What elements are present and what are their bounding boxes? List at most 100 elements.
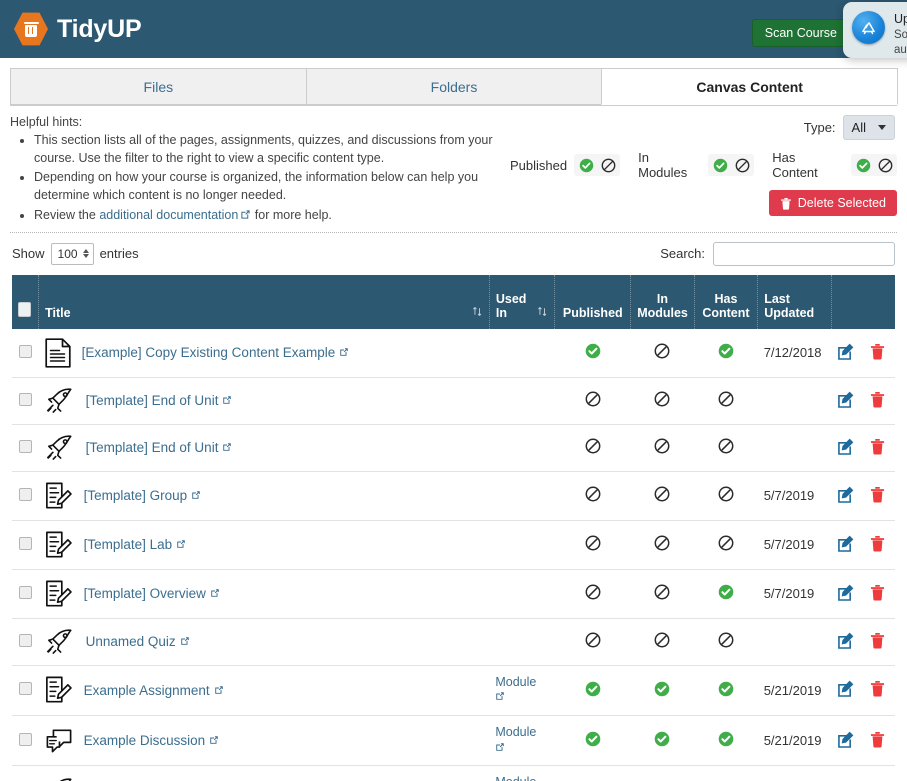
row-title-link[interactable]: [Template] Lab: [84, 537, 187, 552]
trash-icon[interactable]: [870, 680, 885, 700]
edit-icon[interactable]: [837, 535, 854, 555]
filter-published-no-no-entry-icon[interactable]: [599, 156, 617, 174]
row-checkbox[interactable]: [18, 682, 32, 696]
select-all-checkbox[interactable]: [18, 301, 31, 317]
row-select-cell: [12, 765, 39, 781]
row-title-link[interactable]: Example Discussion: [84, 733, 220, 748]
entries-select[interactable]: 100: [50, 242, 94, 265]
row-checkbox[interactable]: [18, 392, 32, 406]
row-checkbox[interactable]: [18, 536, 32, 550]
column-used-in[interactable]: Used In: [488, 274, 555, 329]
used-in-link[interactable]: Module: [495, 725, 549, 756]
edit-icon[interactable]: [837, 438, 854, 458]
row-in-modules-cell: [630, 765, 695, 781]
row-last-updated-cell: [757, 618, 832, 666]
check-circle-icon: [585, 343, 601, 362]
row-checkbox[interactable]: [18, 633, 32, 647]
additional-documentation-link[interactable]: additional documentation: [99, 208, 238, 222]
column-title[interactable]: Title: [38, 274, 490, 329]
trash-icon: [780, 197, 792, 210]
trash-icon[interactable]: [870, 584, 885, 604]
row-select-cell: [12, 665, 39, 716]
tab-files[interactable]: Files: [10, 68, 307, 105]
table-header-row: Title Used In Published In Modules Has C…: [12, 274, 895, 329]
search-group: Search:: [660, 241, 895, 266]
table-row: Example Quiz Module 5/21/2019: [12, 765, 895, 781]
filter-published-yes-check-circle-icon[interactable]: [577, 156, 595, 174]
trash-icon[interactable]: [870, 535, 885, 555]
no-entry-icon: [718, 535, 734, 554]
edit-icon[interactable]: [837, 731, 854, 751]
row-title-link[interactable]: Example Assignment: [84, 683, 224, 698]
edit-icon[interactable]: [837, 584, 854, 604]
row-checkbox[interactable]: [18, 487, 32, 501]
column-has-content-label: Has Content: [702, 291, 750, 320]
row-title-cell: [Example] Copy Existing Content Example: [38, 328, 490, 378]
external-link-icon: [222, 393, 232, 408]
filter-in-modules-no-no-entry-icon[interactable]: [733, 156, 751, 174]
delete-selected-label: Delete Selected: [797, 196, 886, 210]
trash-icon[interactable]: [870, 632, 885, 652]
filter-has-content-yes-check-circle-icon[interactable]: [854, 156, 872, 174]
row-used-in-cell: Module: [489, 715, 555, 767]
row-published-cell: [554, 377, 631, 425]
filter-in-modules-yes-check-circle-icon[interactable]: [711, 156, 729, 174]
trash-icon[interactable]: [870, 391, 885, 411]
scan-course-button[interactable]: Scan Course: [751, 19, 850, 47]
row-last-updated-cell: 5/21/2019: [757, 715, 832, 767]
tab-canvas-content[interactable]: Canvas Content: [601, 68, 899, 105]
row-checkbox[interactable]: [18, 585, 32, 599]
external-link-icon: [210, 586, 220, 601]
no-entry-icon: [585, 632, 601, 651]
check-circle-icon: [718, 584, 734, 603]
filter-controls: Type: All Published In Modules Has Conte…: [510, 115, 897, 226]
edit-icon[interactable]: [837, 343, 854, 363]
check-circle-icon: [718, 343, 734, 362]
search-input[interactable]: [713, 241, 895, 266]
trash-icon[interactable]: [870, 731, 885, 751]
used-in-link[interactable]: Module: [495, 775, 549, 781]
row-published-cell: [554, 665, 631, 716]
row-actions-cell: [831, 569, 895, 619]
row-title-link[interactable]: [Template] End of Unit: [86, 440, 233, 455]
trash-icon[interactable]: [870, 438, 885, 458]
tab-folders[interactable]: Folders: [305, 68, 603, 105]
row-in-modules-cell: [630, 618, 695, 666]
edit-icon[interactable]: [837, 391, 854, 411]
table-row: [Template] End of Unit: [12, 424, 895, 472]
row-title-cell: [Template] Lab: [38, 520, 490, 570]
edit-icon[interactable]: [837, 632, 854, 652]
row-title-link[interactable]: [Template] Group: [84, 488, 202, 503]
row-checkbox[interactable]: [18, 344, 32, 358]
trash-icon[interactable]: [870, 343, 885, 363]
table-row: [Template] Overview 5/7/2019: [12, 569, 895, 619]
trash-icon[interactable]: [870, 486, 885, 506]
row-checkbox[interactable]: [18, 732, 32, 746]
row-used-in-cell: [489, 618, 555, 666]
hint-review-prefix: Review the: [34, 207, 100, 222]
no-entry-icon: [654, 584, 670, 603]
type-filter-label: Type:: [803, 120, 836, 135]
entries-value: 100: [57, 246, 78, 261]
row-title-link[interactable]: [Template] End of Unit: [86, 393, 233, 408]
table-row: [Example] Copy Existing Content Example …: [12, 328, 895, 378]
notification-title: Up: [894, 12, 907, 26]
edit-icon[interactable]: [837, 680, 854, 700]
row-title-link[interactable]: [Template] Overview: [84, 586, 220, 601]
type-filter-select[interactable]: All: [842, 115, 895, 140]
table-row: [Template] Lab 5/7/2019: [12, 520, 895, 570]
table-body: [Example] Copy Existing Content Example …: [12, 328, 895, 781]
row-checkbox[interactable]: [18, 439, 32, 453]
used-in-link[interactable]: Module: [495, 675, 549, 706]
table-row: [Template] Group 5/7/2019: [12, 471, 895, 521]
row-title-text: [Template] Lab: [83, 537, 173, 553]
row-used-in-cell: [489, 377, 555, 425]
filter-has-content-no-no-entry-icon[interactable]: [876, 156, 894, 174]
os-update-notification[interactable]: Up Son aut: [843, 2, 907, 58]
edit-icon[interactable]: [837, 486, 854, 506]
row-title-link[interactable]: [Example] Copy Existing Content Example: [82, 345, 350, 360]
assignment-icon: [45, 530, 73, 560]
delete-selected-button[interactable]: Delete Selected: [768, 190, 897, 216]
row-title-link[interactable]: Unnamed Quiz: [86, 634, 190, 649]
table-controls: Show 100 entries Search:: [0, 233, 907, 275]
